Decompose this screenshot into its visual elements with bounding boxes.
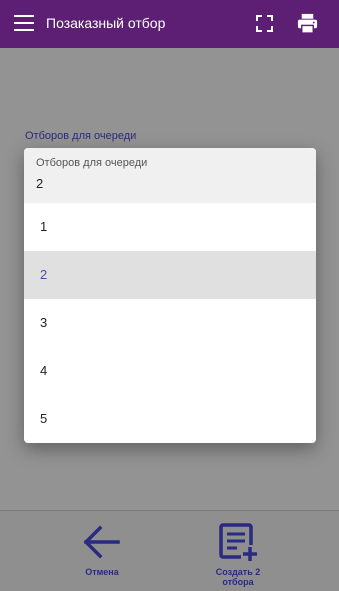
option-label: 2 xyxy=(40,267,48,282)
option-label: 1 xyxy=(40,219,48,234)
option-2[interactable]: 2 xyxy=(24,251,316,299)
queue-picks-field-label: Отборов для очереди xyxy=(25,130,137,142)
create-label-line2: отбора xyxy=(222,577,254,587)
option-label: 4 xyxy=(40,363,48,378)
bottom-action-bar: Отмена Создать 2 отбора xyxy=(0,510,339,591)
create-label: Создать 2 отбора xyxy=(205,567,271,587)
option-5[interactable]: 5 xyxy=(24,395,316,443)
menu-icon[interactable] xyxy=(14,15,34,33)
option-label: 5 xyxy=(40,411,48,426)
cancel-label: Отмена xyxy=(85,567,119,577)
fullscreen-icon[interactable] xyxy=(256,15,273,32)
option-3[interactable]: 3 xyxy=(24,299,316,347)
page-title: Позаказный отбор xyxy=(46,15,166,31)
option-label: 3 xyxy=(40,315,48,330)
dialog-label: Отборов для очереди xyxy=(36,157,148,169)
create-label-line1: Создать 2 xyxy=(215,567,261,577)
dialog-header: Отборов для очереди 2 xyxy=(24,148,316,203)
picks-select-dialog: Отборов для очереди 2 1 2 3 4 5 xyxy=(24,148,316,443)
arrow-back-icon xyxy=(83,525,120,559)
option-1[interactable]: 1 xyxy=(24,203,316,251)
option-4[interactable]: 4 xyxy=(24,347,316,395)
app-bar: Позаказный отбор xyxy=(0,0,339,48)
print-icon[interactable] xyxy=(296,12,319,35)
add-document-icon xyxy=(219,523,259,563)
dialog-current-value: 2 xyxy=(36,176,44,191)
